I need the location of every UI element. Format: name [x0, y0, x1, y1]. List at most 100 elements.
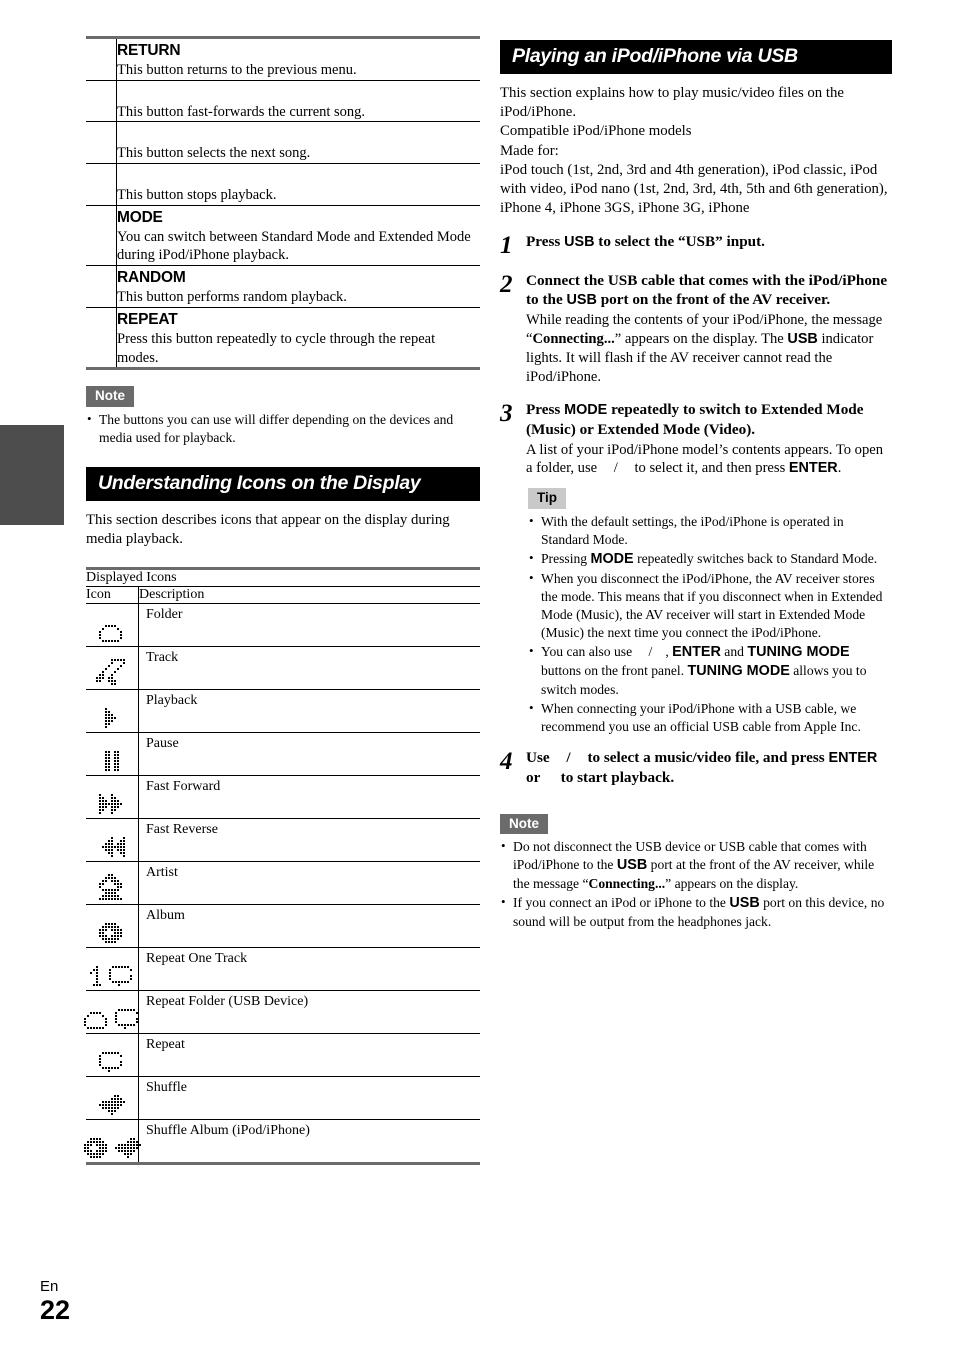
button-name: RANDOM — [117, 269, 186, 287]
icon-description-cell: Repeat — [138, 1033, 480, 1078]
icon-glyph-wrap — [86, 625, 138, 643]
list-item: With the default settings, the iPod/iPho… — [528, 512, 892, 549]
page-number: 22 — [40, 1295, 71, 1326]
step-heading: Connect the USB cable that comes with th… — [526, 271, 888, 309]
button-name: REPEAT — [117, 310, 178, 328]
table-row: Shuffle Album (iPod/iPhone) — [83, 1119, 480, 1164]
button-description: This button stops playback. — [117, 187, 277, 204]
table-row: Fast Forward — [86, 775, 480, 820]
icon-glyph-wrap — [86, 874, 138, 901]
repeat-one-track-icon — [89, 966, 104, 987]
page-footer: En 22 — [40, 1279, 70, 1326]
button-description-cell: RETURN This button returns to the previou… — [116, 37, 480, 81]
icon-cell — [86, 775, 139, 820]
step-heading: Use / to select a music/video file, and … — [526, 749, 878, 787]
icon-cell — [86, 1033, 139, 1078]
icons-section: Understanding Icons on the Display This … — [83, 466, 480, 1166]
step-number: 4 — [500, 748, 513, 776]
icon-cell — [86, 603, 139, 648]
note-bullet-list-right: Do not disconnect the USB device or USB … — [500, 837, 892, 931]
table-row: RETURN This button returns to the previou… — [86, 37, 480, 81]
track-note-icon — [96, 659, 128, 686]
table-row: Repeat One Track — [86, 947, 480, 992]
icon-cell — [83, 990, 139, 1035]
step-heading: Press USB to select the “USB” input. — [526, 232, 765, 250]
step-number: 2 — [500, 270, 513, 298]
table-row: Shuffle — [86, 1076, 480, 1121]
table-row: This button selects the next song. — [86, 121, 480, 165]
list-item: The buttons you can use will differ depe… — [86, 410, 480, 447]
numbered-step: 1 Press USB to select the “USB” input. — [500, 232, 892, 258]
icon-cell — [86, 646, 139, 691]
step-body: Press MODE repeatedly to switch to Exten… — [526, 400, 892, 478]
table-row: Artist — [86, 861, 480, 906]
intro-line: This section explains how to play music/… — [500, 85, 844, 121]
icon-description-cell: Playback — [138, 689, 480, 734]
section-heading-ipod: Playing an iPod/iPhone via USB — [500, 40, 892, 74]
playback-icon — [105, 708, 119, 729]
button-symbol-cell — [86, 205, 117, 267]
list-item: When connecting your iPod/iPhone with a … — [528, 699, 892, 736]
button-symbol-cell — [86, 80, 117, 123]
table-row: Album — [86, 904, 480, 949]
button-description: Press this button repeatedly to cycle th… — [117, 331, 436, 366]
button-name: RETURN — [117, 42, 181, 59]
table-row: Repeat — [86, 1033, 480, 1078]
shuffle-icon — [114, 1138, 141, 1159]
step-detail: A list of your iPod/iPhone model’s conte… — [526, 441, 884, 477]
left-note-block: Note The buttons you can use will differ… — [86, 386, 480, 446]
icon-table-header-row: Icon Description — [86, 586, 480, 605]
table-row: REPEAT Press this button repeatedly to cy… — [86, 307, 480, 369]
tip-badge: Tip — [528, 488, 566, 509]
table-row: MODE You can switch between Standard Mode… — [86, 205, 480, 267]
icon-glyph-wrap — [86, 751, 138, 772]
list-item: Do not disconnect the USB device or USB … — [500, 837, 892, 893]
button-description-cell: This button fast-forwards the current so… — [116, 80, 480, 123]
icon-glyph-wrap — [83, 1138, 141, 1159]
button-symbol-cell — [86, 121, 117, 165]
fast-reverse-icon — [99, 837, 125, 858]
intro-line: Made for: — [500, 142, 559, 159]
icon-cell — [83, 1119, 141, 1164]
icon-glyph-wrap — [86, 659, 138, 686]
icon-table-caption: Displayed Icons — [86, 568, 480, 588]
album-icon — [83, 1138, 110, 1159]
right-note-block: Note Do not disconnect the USB device or… — [500, 813, 892, 931]
step-heading: Press MODE repeatedly to switch to Exten… — [526, 401, 864, 438]
button-symbol-cell — [86, 163, 117, 206]
numbered-step: 4 Use / to select a music/video file, and… — [500, 748, 892, 788]
steps-group-lower: 4 Use / to select a music/video file, and… — [500, 748, 892, 788]
icon-table-body: Folder Track Playback Pause Fast Forward Fast… — [83, 603, 480, 1164]
icon-description-cell: Fast Forward — [138, 775, 480, 820]
icon-cell — [86, 947, 139, 992]
step-body: Connect the USB cable that comes with th… — [526, 271, 892, 387]
fast-forward-icon — [99, 794, 125, 815]
displayed-icons-table: Displayed Icons Icon Description Folder T… — [83, 567, 480, 1166]
description-column-header: Description — [138, 586, 480, 605]
numbered-step: 3 Press MODE repeatedly to switch to Exte… — [500, 400, 892, 478]
button-functions-table: RETURN This button returns to the previou… — [86, 36, 480, 371]
button-description-cell: This button selects the next song. — [116, 121, 480, 165]
table-row: This button fast-forwards the current so… — [86, 80, 480, 123]
numbered-step: 2 Connect the USB cable that comes with t… — [500, 271, 892, 387]
pause-icon — [105, 751, 119, 772]
icon-glyph-wrap — [86, 708, 138, 729]
icon-description-cell: Album — [138, 904, 480, 949]
icon-description-cell: Artist — [138, 861, 480, 906]
icon-cell — [86, 904, 139, 949]
icon-description-cell: Repeat Folder (USB Device) — [138, 990, 480, 1035]
step-body: Press USB to select the “USB” input. — [526, 232, 892, 258]
table-row: Playback — [86, 689, 480, 734]
section-heading-icons: Understanding Icons on the Display — [86, 466, 480, 501]
language-label: En — [40, 1278, 59, 1296]
icon-cell — [86, 689, 139, 734]
button-symbol-cell — [86, 265, 117, 308]
note-bullet-list: The buttons you can use will differ depe… — [86, 410, 480, 447]
tip-bullet-list: With the default settings, the iPod/iPho… — [528, 512, 892, 736]
icon-column-header: Icon — [86, 586, 139, 605]
button-name: MODE — [117, 208, 163, 226]
button-description: This button returns to the previous menu… — [117, 62, 357, 79]
